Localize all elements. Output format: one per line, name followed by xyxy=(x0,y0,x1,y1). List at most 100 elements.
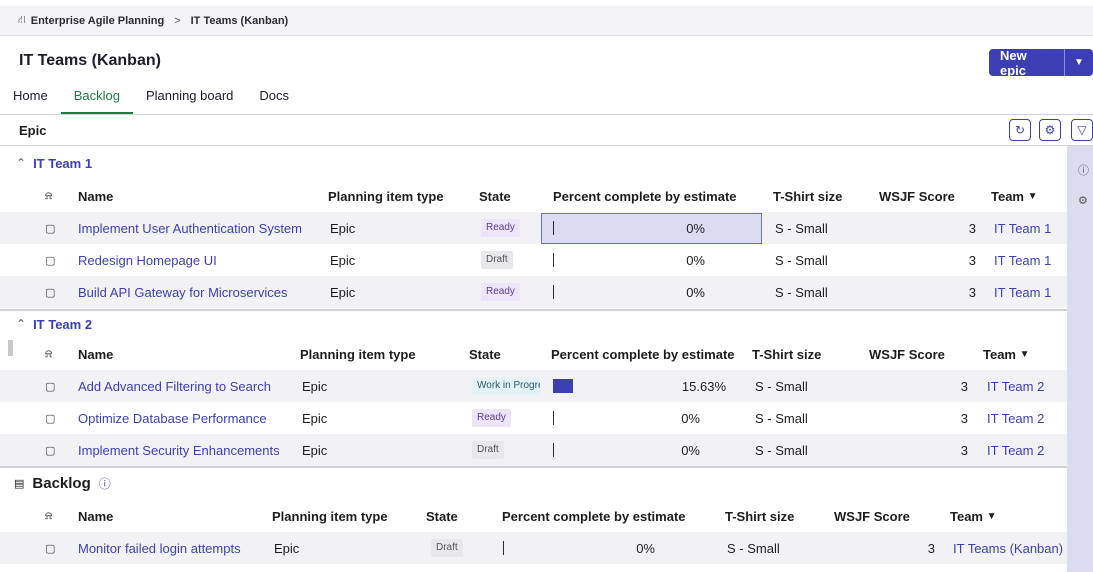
row-name-link[interactable]: Implement Security Enhancements xyxy=(78,434,280,466)
chevron-up-icon[interactable]: ⌃ xyxy=(16,156,26,170)
column-team[interactable]: Team xyxy=(950,509,983,524)
column-state[interactable]: State xyxy=(426,500,458,532)
progress-bar xyxy=(553,253,554,267)
row-tshirt: S - Small xyxy=(775,220,828,236)
row-tshirt: S - Small xyxy=(775,252,828,268)
info-icon[interactable]: ⓘ xyxy=(1078,162,1089,178)
column-state[interactable]: State xyxy=(469,338,501,370)
epic-item-icon: ▢ xyxy=(45,254,56,267)
table-header-row: ⍾ Name Planning item type State Percent … xyxy=(0,180,1067,212)
right-side-panel xyxy=(1067,146,1093,572)
column-wsjf-score[interactable]: WSJF Score xyxy=(869,338,945,370)
row-team-link[interactable]: IT Team 1 xyxy=(994,212,1051,244)
table-row[interactable]: ▢ Monitor failed login attempts Epic Dra… xyxy=(0,532,1067,564)
status-badge: Ready xyxy=(472,409,511,427)
row-wsjf: 3 xyxy=(968,252,976,268)
column-percent-complete[interactable]: Percent complete by estimate xyxy=(553,180,737,212)
group-header[interactable]: ⌃ IT Team 1 xyxy=(0,152,1067,174)
progress-bar xyxy=(553,411,554,425)
row-name-link[interactable]: Build API Gateway for Microservices xyxy=(78,276,288,308)
hierarchy-icon: ⍾ xyxy=(45,189,53,202)
tab-backlog[interactable]: Backlog xyxy=(60,88,133,114)
epic-item-icon: ▢ xyxy=(45,380,56,393)
hierarchy-icon: ⍾ xyxy=(45,509,53,522)
row-team-link[interactable]: IT Team 2 xyxy=(987,434,1044,466)
column-name[interactable]: Name xyxy=(78,338,113,370)
new-epic-button[interactable]: New epic xyxy=(989,48,1064,78)
column-name[interactable]: Name xyxy=(78,180,113,212)
column-tshirt-size[interactable]: T-Shirt size xyxy=(752,338,821,370)
tab-planning-board[interactable]: Planning board xyxy=(133,88,246,114)
row-percent: 0% xyxy=(681,410,700,426)
row-wsjf: 3 xyxy=(960,378,968,394)
row-name-link[interactable]: Monitor failed login attempts xyxy=(78,532,241,564)
column-state[interactable]: State xyxy=(479,180,511,212)
row-name-link[interactable]: Implement User Authentication System xyxy=(78,212,302,244)
column-tshirt-size[interactable]: T-Shirt size xyxy=(725,500,794,532)
chevron-up-icon[interactable]: ⌃ xyxy=(16,317,26,331)
status-badge: Ready xyxy=(481,283,520,301)
backlog-section-header: ▤ Backlog ⓘ xyxy=(0,470,1067,496)
column-percent-complete[interactable]: Percent complete by estimate xyxy=(551,338,735,370)
epic-toolbar: Epic xyxy=(0,114,1093,146)
breadcrumb-root[interactable]: Enterprise Agile Planning xyxy=(31,15,164,27)
table-header-row: ⍾ Name Planning item type State Percent … xyxy=(0,338,1067,370)
row-team-link[interactable]: IT Team 2 xyxy=(987,402,1044,434)
gear-icon[interactable]: ⚙ xyxy=(1078,194,1088,207)
row-team-link[interactable]: IT Team 2 xyxy=(987,370,1044,402)
row-percent: 0% xyxy=(681,442,700,458)
breadcrumb: ⛙ Enterprise Agile Planning > IT Teams (… xyxy=(0,6,1093,36)
row-name-link[interactable]: Redesign Homepage UI xyxy=(78,244,217,276)
row-team-link[interactable]: IT Team 1 xyxy=(994,244,1051,276)
status-badge: Draft xyxy=(481,251,513,269)
row-percent: 0% xyxy=(686,220,705,236)
breadcrumb-current: IT Teams (Kanban) xyxy=(190,14,289,27)
row-tshirt: S - Small xyxy=(755,410,808,426)
column-wsjf-score[interactable]: WSJF Score xyxy=(834,500,910,532)
table-row[interactable]: ▢ Build API Gateway for Microservices Ep… xyxy=(0,276,1067,308)
filter-icon[interactable]: ▼ xyxy=(987,511,997,522)
status-badge: Work in Progress xyxy=(472,377,540,395)
table-row[interactable]: ▢ Implement User Authentication System E… xyxy=(0,212,1067,244)
column-tshirt-size[interactable]: T-Shirt size xyxy=(773,180,842,212)
table-row[interactable]: ▢ Implement Security Enhancements Epic D… xyxy=(0,434,1067,466)
column-planning-item-type[interactable]: Planning item type xyxy=(300,338,416,370)
row-type: Epic xyxy=(330,220,356,236)
filter-icon[interactable]: ▼ xyxy=(1028,191,1038,202)
tab-bar: Home Backlog Planning board Docs xyxy=(0,88,302,114)
epic-item-icon: ▢ xyxy=(45,222,56,235)
column-planning-item-type[interactable]: Planning item type xyxy=(328,180,444,212)
column-settings-button[interactable]: ⚙ xyxy=(1039,119,1061,141)
table-row[interactable]: ▢ Add Advanced Filtering to Search Epic … xyxy=(0,370,1067,402)
refresh-button[interactable]: ↻ xyxy=(1009,119,1031,141)
column-percent-complete[interactable]: Percent complete by estimate xyxy=(502,500,686,532)
row-name-link[interactable]: Optimize Database Performance xyxy=(78,402,267,434)
tab-home[interactable]: Home xyxy=(0,88,61,114)
row-tshirt: S - Small xyxy=(775,284,828,300)
group-header[interactable]: ⌃ IT Team 2 xyxy=(0,313,1067,335)
tab-docs[interactable]: Docs xyxy=(246,88,302,114)
column-wsjf-score[interactable]: WSJF Score xyxy=(879,180,955,212)
row-team-link[interactable]: IT Teams (Kanban) xyxy=(953,532,1063,564)
row-wsjf: 3 xyxy=(960,410,968,426)
column-planning-item-type[interactable]: Planning item type xyxy=(272,500,388,532)
new-epic-dropdown-button[interactable]: ▼ xyxy=(1064,49,1093,76)
row-type: Epic xyxy=(330,284,356,300)
table-row[interactable]: ▢ Optimize Database Performance Epic Rea… xyxy=(0,402,1067,434)
epic-item-icon: ▢ xyxy=(45,542,56,555)
column-name[interactable]: Name xyxy=(78,500,113,532)
epic-item-icon: ▢ xyxy=(45,412,56,425)
filter-icon[interactable]: ▼ xyxy=(1020,349,1030,360)
column-team[interactable]: Team xyxy=(983,347,1016,362)
progress-bar xyxy=(503,541,504,555)
row-percent: 0% xyxy=(686,284,705,300)
table-row[interactable]: ▢ Redesign Homepage UI Epic Draft 0% S -… xyxy=(0,244,1067,276)
column-team[interactable]: Team xyxy=(991,189,1024,204)
progress-bar xyxy=(553,285,554,299)
row-tshirt: S - Small xyxy=(755,442,808,458)
filter-button[interactable]: ▽ xyxy=(1071,119,1093,141)
filter-icon: ▽ xyxy=(1077,123,1087,137)
row-team-link[interactable]: IT Team 1 xyxy=(994,276,1051,308)
info-icon[interactable]: ⓘ xyxy=(99,475,111,492)
row-name-link[interactable]: Add Advanced Filtering to Search xyxy=(78,370,271,402)
